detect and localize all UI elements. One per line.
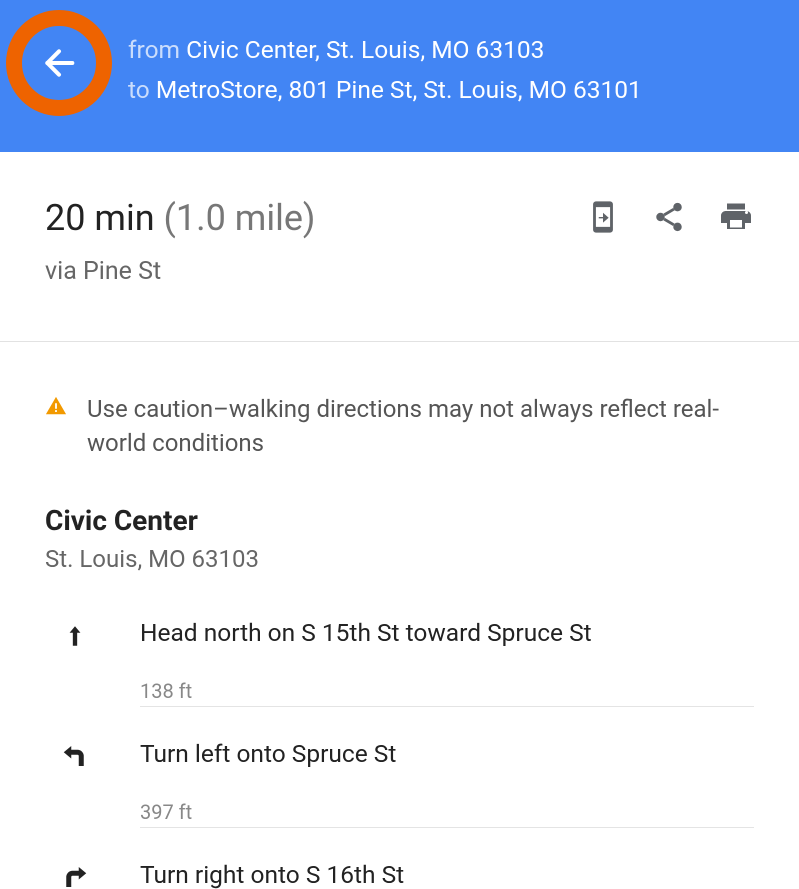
share-icon[interactable] [652, 200, 686, 234]
step[interactable]: Turn right onto S 16th St [45, 860, 754, 889]
step-text: Head north on S 15th St toward Spruce St [140, 618, 754, 647]
summary-via: via Pine St [45, 257, 586, 286]
step[interactable]: Turn left onto Spruce St 397 ft [45, 739, 754, 860]
to-line: to MetroStore, 801 Pine St, St. Louis, M… [128, 70, 779, 110]
warning-text: Use caution–walking directions may not a… [87, 392, 754, 460]
start-subtitle: St. Louis, MO 63103 [45, 545, 754, 573]
to-prefix: to [128, 75, 156, 104]
back-button[interactable] [6, 10, 112, 116]
start-title: Civic Center [45, 504, 754, 537]
steps-list: Head north on S 15th St toward Spruce St… [45, 618, 754, 889]
warning-icon [45, 395, 67, 421]
step-distance: 138 ft [140, 679, 754, 707]
step-distance: 397 ft [140, 800, 754, 828]
arrow-left-icon [39, 43, 79, 83]
step-text: Turn left onto Spruce St [140, 739, 754, 768]
walking-warning: Use caution–walking directions may not a… [45, 392, 754, 460]
step-text: Turn right onto S 16th St [140, 860, 754, 889]
step[interactable]: Head north on S 15th St toward Spruce St… [45, 618, 754, 739]
summary-time: 20 min [45, 197, 155, 239]
direction-right-icon [55, 860, 95, 889]
directions-body: Use caution–walking directions may not a… [0, 342, 799, 889]
step-body: Turn left onto Spruce St 397 ft [140, 739, 754, 860]
summary-title: 20 min (1.0 mile) [45, 197, 586, 239]
send-to-phone-icon[interactable] [586, 200, 620, 234]
route-summary: 20 min (1.0 mile) via Pine St [0, 152, 799, 311]
direction-left-icon [55, 739, 95, 775]
summary-distance: (1.0 mile) [164, 197, 316, 239]
from-line: from Civic Center, St. Louis, MO 63103 [128, 30, 779, 70]
from-value: Civic Center, St. Louis, MO 63103 [186, 35, 544, 64]
step-body: Head north on S 15th St toward Spruce St… [140, 618, 754, 739]
direction-up-icon [55, 618, 95, 656]
from-prefix: from [128, 35, 186, 64]
to-value: MetroStore, 801 Pine St, St. Louis, MO 6… [156, 75, 642, 104]
directions-header: from Civic Center, St. Louis, MO 63103 t… [0, 0, 799, 152]
print-icon[interactable] [718, 199, 754, 235]
step-body: Turn right onto S 16th St [140, 860, 754, 889]
